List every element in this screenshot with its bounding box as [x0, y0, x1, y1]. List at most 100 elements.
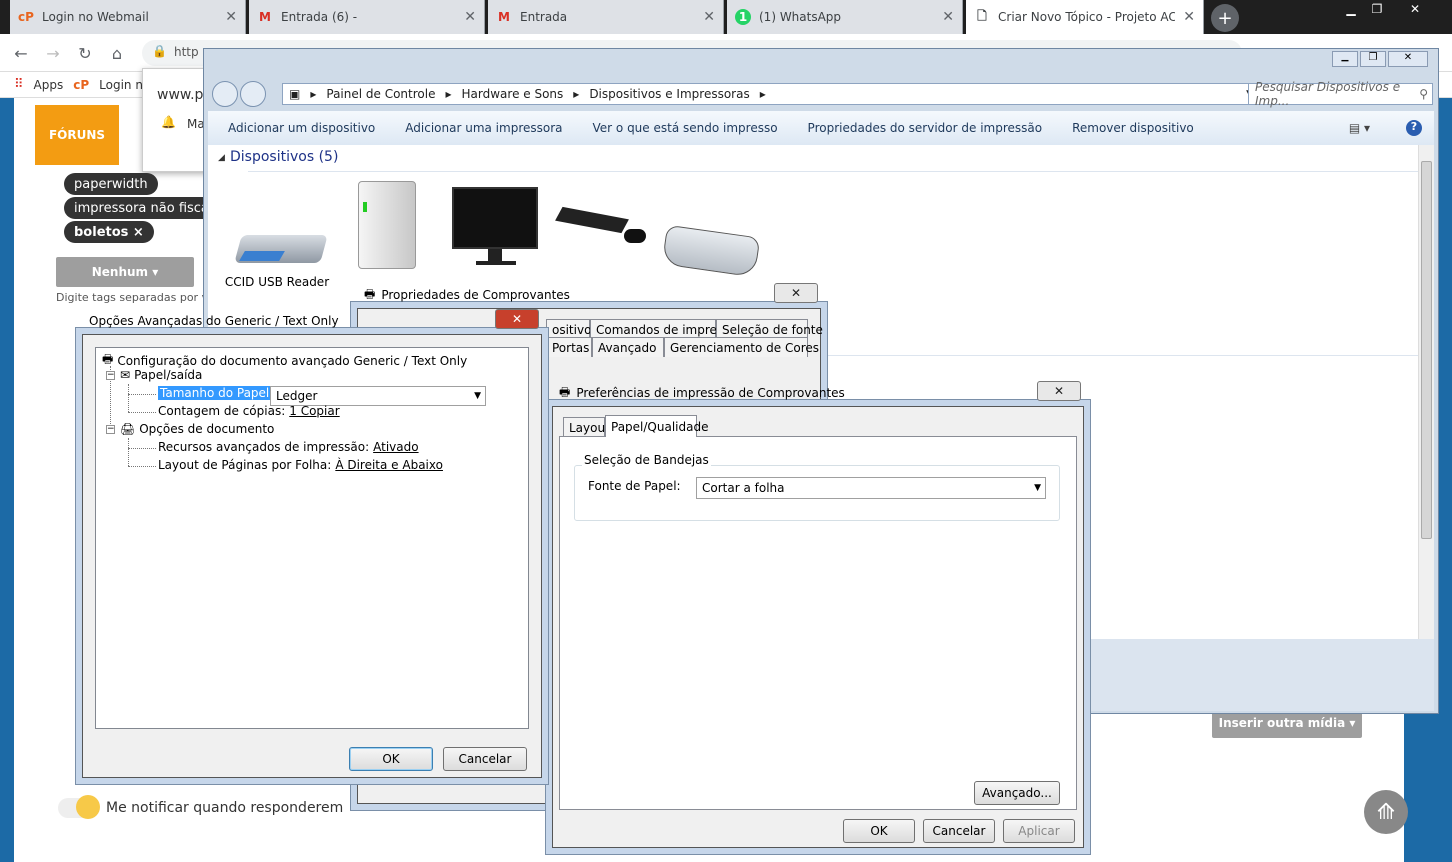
scrollbar-thumb[interactable]	[1421, 161, 1432, 539]
close-tab-icon[interactable]: ✕	[225, 9, 237, 25]
cancel-button[interactable]: Cancelar	[443, 747, 527, 771]
whatsapp-icon: 1	[735, 9, 751, 25]
notify-toggle[interactable]	[58, 795, 100, 819]
remove-device-button[interactable]: Remover dispositivo	[1072, 121, 1194, 135]
document-options-icon: 🖨	[120, 422, 136, 436]
advanced-button[interactable]: Avançado...	[974, 781, 1060, 805]
lock-icon: 🔒	[152, 44, 167, 58]
printer-icon: 🖶	[364, 286, 376, 301]
home-icon[interactable]: ⌂	[106, 42, 128, 64]
close-icon[interactable]: ✕	[1037, 381, 1081, 401]
tab-criar-topico[interactable]: 🗋 Criar Novo Tópico - Projeto ACBr ✕	[966, 0, 1204, 34]
close-icon[interactable]: ✕	[774, 283, 818, 303]
bell-icon: 🔔	[161, 115, 176, 129]
tab-gmail-1[interactable]: M Entrada (6) - ✕	[249, 0, 485, 34]
collapse-icon[interactable]: ◢	[218, 153, 225, 163]
notify-toggle-row[interactable]: Me notificar quando responderem	[58, 795, 343, 819]
ok-button[interactable]: OK	[843, 819, 915, 843]
external-drive-icon[interactable]	[358, 181, 416, 269]
advanced-options-dialog: Opções Avançadas do Generic / Text Only …	[82, 309, 542, 778]
new-tab-button[interactable]: +	[1211, 4, 1239, 32]
search-icon: ⚲	[1419, 87, 1428, 101]
forward-icon[interactable]: →	[42, 42, 64, 64]
paper-source-select[interactable]: Cortar a folha ▼	[696, 477, 1046, 499]
tab-font-selection[interactable]: Seleção de fonte	[716, 319, 823, 339]
back-icon[interactable]: ←	[10, 42, 32, 64]
apply-button[interactable]: Aplicar	[1003, 819, 1075, 843]
tab-webmail[interactable]: cP Login no Webmail ✕	[10, 0, 246, 34]
tab-gmail-2[interactable]: M Entrada ✕	[488, 0, 724, 34]
cancel-button[interactable]: Cancelar	[923, 819, 995, 843]
scroll-top-button[interactable]: ⟰	[1364, 790, 1408, 834]
forward-icon[interactable]	[240, 81, 266, 107]
maximize-icon[interactable]: ❐	[1360, 51, 1386, 67]
scrollbar[interactable]	[1418, 145, 1434, 639]
explorer-search[interactable]: Pesquisar Dispositivos e Imp... ⚲	[1248, 80, 1433, 108]
bookmark-login[interactable]: Login n	[99, 78, 143, 92]
card-reader-icon[interactable]	[228, 225, 328, 275]
dialog-title: 🖶 Preferências de impressão de Comprovan…	[553, 379, 1083, 407]
close-tab-icon[interactable]: ✕	[1183, 9, 1195, 25]
close-window-icon[interactable]: ✕	[1398, 0, 1432, 18]
device-label: CCID USB Reader	[224, 275, 330, 289]
tag-chip[interactable]: paperwidth	[64, 173, 158, 195]
tree-adv-features[interactable]: Recursos avançados de impressão: Ativado	[158, 440, 419, 454]
tab-ports[interactable]: Portas	[546, 337, 592, 357]
close-icon[interactable]: ✕	[495, 309, 539, 329]
back-icon[interactable]	[212, 81, 238, 107]
close-tab-icon[interactable]: ✕	[703, 9, 715, 25]
notification-popup: www.p 🔔 Ma	[142, 68, 212, 172]
close-icon[interactable]: ✕	[1388, 51, 1428, 67]
add-printer-button[interactable]: Adicionar uma impressora	[405, 121, 562, 135]
dialog-title: 🖶 Propriedades de Comprovantes	[358, 281, 820, 309]
see-printing-button[interactable]: Ver o que está sendo impresso	[593, 121, 778, 135]
breadcrumb-control-panel[interactable]: Painel de Controle	[326, 87, 435, 101]
tree-page-layout[interactable]: Layout de Páginas por Folha: À Direita e…	[158, 458, 443, 472]
tab-advanced[interactable]: Avançado	[592, 337, 664, 357]
keyboard-icon[interactable]	[661, 224, 761, 278]
options-tree: 🖶 Configuração do documento avançado Gen…	[95, 347, 529, 729]
minimize-icon[interactable]: ▁	[1332, 51, 1358, 67]
tab-paper-quality[interactable]: Papel/Qualidade	[605, 415, 708, 437]
ok-button[interactable]: OK	[349, 747, 433, 771]
tree-copies[interactable]: Contagem de cópias: 1 Copiar	[158, 404, 340, 418]
collapse-icon[interactable]: −	[106, 425, 115, 434]
close-tab-icon[interactable]: ✕	[942, 9, 954, 25]
collapse-icon[interactable]: −	[106, 371, 115, 380]
forums-button[interactable]: FÓRUNS	[35, 105, 119, 165]
help-icon[interactable]: ?	[1406, 120, 1422, 136]
control-panel-icon: ▣	[289, 87, 301, 101]
bookmark-apps[interactable]: Apps	[34, 78, 64, 92]
breadcrumb-hardware[interactable]: Hardware e Sons	[462, 87, 564, 101]
none-dropdown-button[interactable]: Nenhum ▾	[56, 257, 194, 287]
maximize-icon[interactable]: ❐	[1360, 0, 1394, 18]
tab-dispositivo[interactable]: ositivo	[546, 319, 591, 339]
tab-panel: Seleção de Bandejas Fonte de Papel: Cort…	[559, 436, 1077, 810]
chevron-down-icon: ▼	[1034, 483, 1041, 493]
tree-paper-size[interactable]: Tamanho do Papel:	[158, 386, 276, 400]
tag-chip[interactable]: boletos ×	[64, 221, 154, 243]
tree-doc-options[interactable]: 🖨 Opções de documento	[120, 422, 274, 436]
reload-icon[interactable]: ↻	[74, 42, 96, 64]
tab-printer-commands[interactable]: Comandos de impressora	[590, 319, 749, 339]
keyboard-mouse-icon[interactable]	[555, 206, 652, 243]
paper-size-select[interactable]: Ledger ▼	[270, 386, 486, 406]
monitor-icon[interactable]	[452, 187, 538, 265]
add-device-button[interactable]: Adicionar um dispositivo	[228, 121, 375, 135]
chevron-down-icon: ▼	[474, 391, 481, 401]
tab-whatsapp[interactable]: 1 (1) WhatsApp ✕	[727, 0, 963, 34]
view-options-icon[interactable]: ▤ ▾	[1349, 121, 1370, 135]
divider	[248, 171, 1418, 172]
tree-paper-output[interactable]: ✉ Papel/saída	[120, 368, 202, 382]
tab-color-management[interactable]: Gerenciamento de Cores	[664, 337, 819, 357]
window-controls: ▁ ❐ ✕	[1332, 51, 1428, 67]
printing-preferences-dialog: 🖶 Preferências de impressão de Comprovan…	[552, 381, 1084, 848]
close-tab-icon[interactable]: ✕	[464, 9, 476, 25]
printer-icon: 🖶	[559, 384, 571, 399]
explorer-address-bar[interactable]: ▣ ▸ Painel de Controle ▸ Hardware e Sons…	[282, 83, 1282, 105]
tab-layout[interactable]: Layout	[563, 417, 610, 437]
breadcrumb-devices[interactable]: Dispositivos e Impressoras	[589, 87, 749, 101]
breadcrumb-arrow: ▸	[310, 87, 317, 101]
server-props-button[interactable]: Propriedades do servidor de impressão	[808, 121, 1043, 135]
tag-chip[interactable]: impressora não fiscal	[64, 197, 223, 219]
